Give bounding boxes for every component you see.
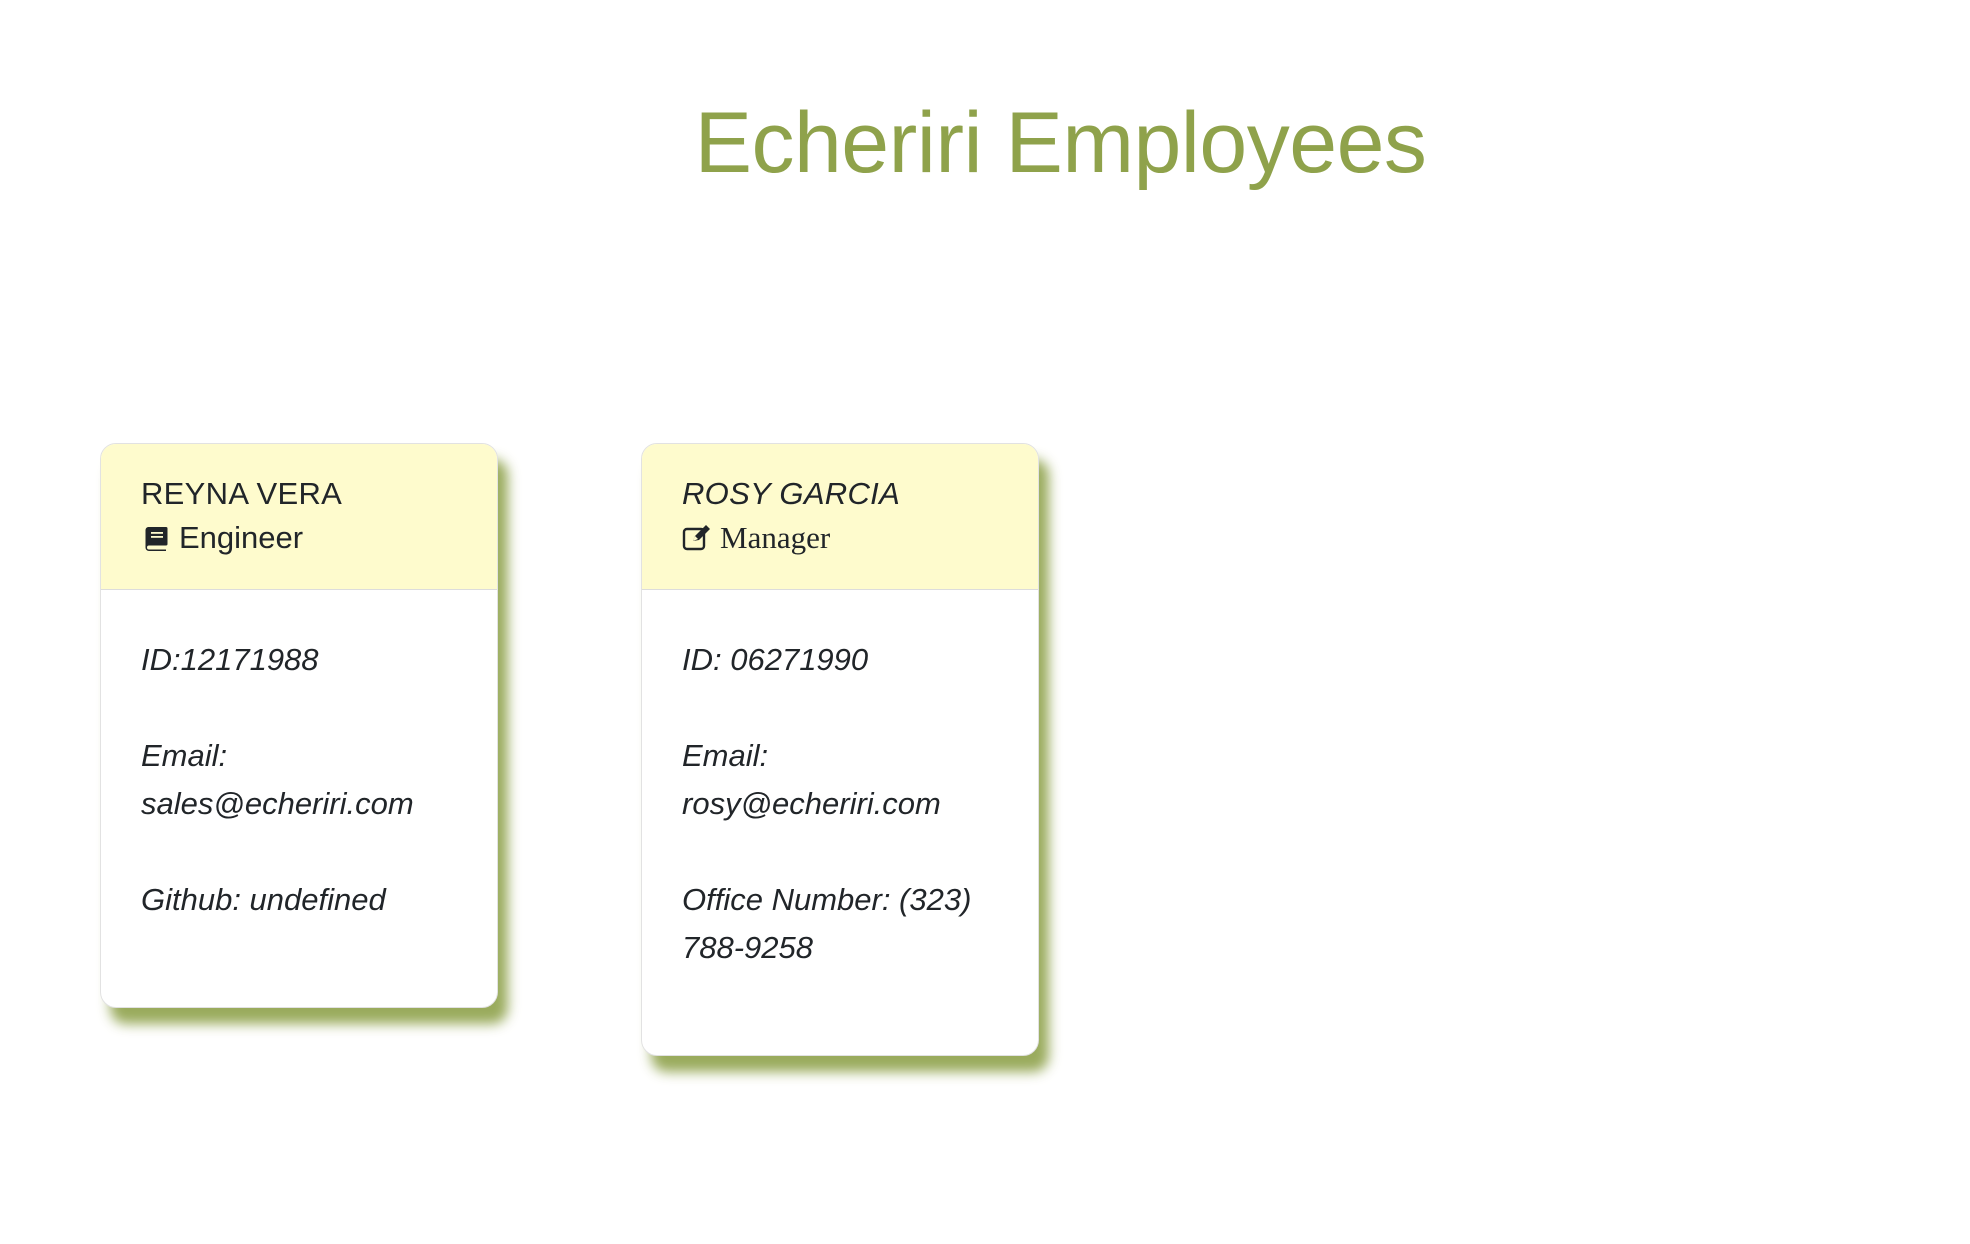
employee-role: Engineer [141,514,457,562]
page-title: Echeriri Employees [694,95,1427,191]
email-label: Email: [141,738,228,773]
edit-icon [682,523,712,553]
role-label: Engineer [179,520,304,555]
email-value: rosy@echeriri.com [682,786,941,821]
card-header: ROSY GARCIA Manager [642,444,1038,590]
employee-name: ROSY GARCIA [682,476,901,511]
employee-email-block: Email: sales@echeriri.com [141,732,457,828]
email-label: Email: [682,738,769,773]
card-header: REYNA VERA Engineer [101,444,497,590]
email-value: sales@echeriri.com [141,786,414,821]
employee-card-engineer: REYNA VERA Engineer ID:12171988 Email: s… [100,443,498,1008]
employee-id: ID: 06271990 [682,642,869,677]
card-body: ID: 06271990 Email: rosy@echeriri.com Of… [642,590,1038,972]
employee-email-block: Email: rosy@echeriri.com [682,732,998,828]
employee-office-number: Office Number: (323) 788-9258 [682,876,998,972]
book-icon [141,523,171,553]
office-number-label: Office Number: (323) [682,882,972,917]
office-number-value: 788-9258 [682,930,814,965]
employee-card-manager: ROSY GARCIA Manager ID: 06271990 Email: … [641,443,1039,1056]
card-body: ID:12171988 Email: sales@echeriri.com Gi… [101,590,497,924]
employee-github: Github: undefined [141,882,386,917]
employee-role: Manager [682,514,998,562]
role-label: Manager [720,520,831,555]
employee-name: REYNA VERA [141,476,343,511]
employee-id: ID:12171988 [141,642,319,677]
